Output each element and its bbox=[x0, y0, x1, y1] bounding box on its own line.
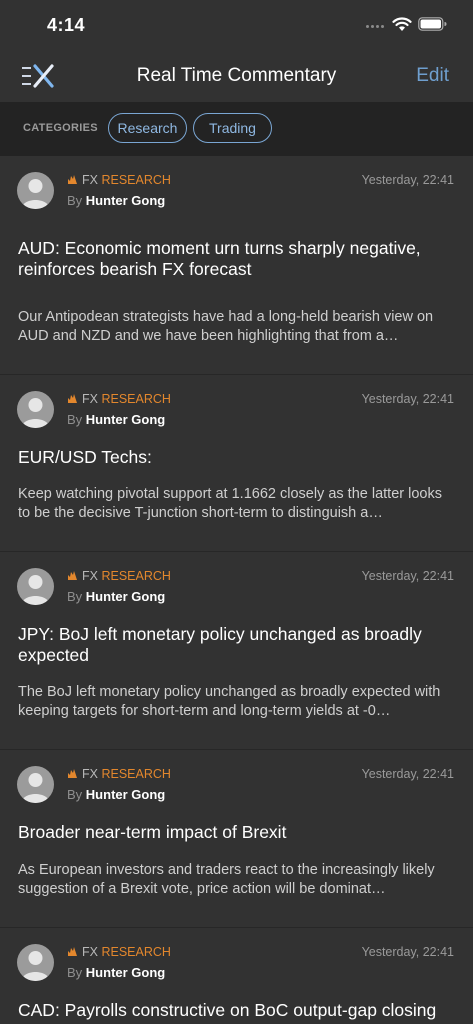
author-avatar bbox=[17, 766, 54, 803]
article-byline: By Hunter Gong bbox=[67, 965, 165, 980]
article-byline: By Hunter Gong bbox=[67, 193, 165, 208]
author-name: Hunter Gong bbox=[85, 193, 166, 208]
article-headline: JPY: BoJ left monetary policy unchanged … bbox=[18, 624, 422, 665]
article-item[interactable]: FX RESEARCH By Hunter Gong Yesterday, 22… bbox=[0, 552, 473, 750]
category-prefix: FX bbox=[82, 945, 98, 959]
navigation-bar: Real Time Commentary Edit bbox=[0, 50, 473, 102]
author-name: Hunter Gong bbox=[85, 965, 166, 980]
wifi-icon bbox=[392, 17, 412, 31]
by-label: By bbox=[67, 589, 83, 604]
article-category: FX RESEARCH bbox=[67, 945, 171, 959]
category-name: RESEARCH bbox=[101, 392, 171, 406]
screen: 4:14 Real Time Commentary Edit CATEGORIE… bbox=[0, 0, 473, 1024]
article-date: Yesterday, 22:41 bbox=[361, 767, 454, 781]
author-avatar bbox=[17, 944, 54, 981]
flame-icon bbox=[68, 175, 77, 184]
article-headline: AUD: Economic moment urn turns sharply n… bbox=[18, 238, 421, 279]
flame-icon bbox=[68, 769, 77, 778]
flame-icon bbox=[68, 394, 77, 403]
article-list: FX RESEARCH By Hunter Gong Yesterday, 22… bbox=[0, 156, 473, 1024]
article-item[interactable]: FX RESEARCH By Hunter Gong Yesterday, 22… bbox=[0, 928, 473, 1024]
article-date: Yesterday, 22:41 bbox=[361, 569, 454, 583]
category-chip-research[interactable]: Research bbox=[108, 113, 187, 143]
category-name: RESEARCH bbox=[101, 945, 171, 959]
article-summary: The BoJ left monetary policy unchanged a… bbox=[18, 684, 441, 719]
article-date: Yesterday, 22:41 bbox=[361, 173, 454, 187]
flame-icon bbox=[68, 947, 77, 956]
category-chip-trading[interactable]: Trading bbox=[193, 113, 272, 143]
by-label: By bbox=[67, 412, 83, 427]
status-bar: 4:14 bbox=[0, 0, 473, 50]
article-category: FX RESEARCH bbox=[67, 767, 171, 781]
author-name: Hunter Gong bbox=[85, 412, 166, 427]
by-label: By bbox=[67, 965, 83, 980]
article-date: Yesterday, 22:41 bbox=[361, 392, 454, 406]
edit-button[interactable]: Edit bbox=[416, 65, 449, 87]
article-summary: As European investors and traders react … bbox=[18, 862, 435, 897]
article-byline: By Hunter Gong bbox=[67, 589, 165, 604]
by-label: By bbox=[67, 787, 83, 802]
author-name: Hunter Gong bbox=[85, 589, 166, 604]
article-byline: By Hunter Gong bbox=[67, 787, 165, 802]
categories-bar: CATEGORIES Research Trading bbox=[0, 102, 473, 156]
by-label: By bbox=[67, 193, 83, 208]
status-time: 4:14 bbox=[47, 15, 86, 35]
article-headline: CAD: Payrolls constructive on BoC output… bbox=[18, 1000, 437, 1024]
article-category: FX RESEARCH bbox=[67, 173, 171, 187]
author-avatar bbox=[17, 391, 54, 428]
article-item[interactable]: FX RESEARCH By Hunter Gong Yesterday, 22… bbox=[0, 375, 473, 552]
article-date: Yesterday, 22:41 bbox=[361, 945, 454, 959]
author-avatar bbox=[17, 568, 54, 605]
cellular-signal-icon bbox=[366, 25, 384, 28]
category-name: RESEARCH bbox=[101, 173, 171, 187]
categories-label: CATEGORIES bbox=[23, 122, 98, 134]
article-category: FX RESEARCH bbox=[67, 569, 171, 583]
category-prefix: FX bbox=[82, 767, 98, 781]
article-summary: Keep watching pivotal support at 1.1662 … bbox=[18, 486, 442, 521]
author-avatar bbox=[17, 172, 54, 209]
page-title: Real Time Commentary bbox=[136, 65, 337, 86]
article-headline: EUR/USD Techs: bbox=[18, 447, 152, 467]
category-prefix: FX bbox=[82, 569, 98, 583]
category-prefix: FX bbox=[82, 392, 98, 406]
article-item[interactable]: FX RESEARCH By Hunter Gong Yesterday, 22… bbox=[0, 750, 473, 928]
article-category: FX RESEARCH bbox=[67, 392, 171, 406]
category-name: RESEARCH bbox=[101, 569, 171, 583]
article-headline: Broader near-term impact of Brexit bbox=[18, 822, 287, 842]
flame-icon bbox=[68, 571, 77, 580]
category-name: RESEARCH bbox=[101, 767, 171, 781]
category-prefix: FX bbox=[82, 173, 98, 187]
battery-icon bbox=[418, 17, 447, 31]
article-item[interactable]: FX RESEARCH By Hunter Gong Yesterday, 22… bbox=[0, 156, 473, 375]
article-summary: Our Antipodean strategists have had a lo… bbox=[18, 309, 434, 344]
article-byline: By Hunter Gong bbox=[67, 412, 165, 427]
author-name: Hunter Gong bbox=[85, 787, 166, 802]
